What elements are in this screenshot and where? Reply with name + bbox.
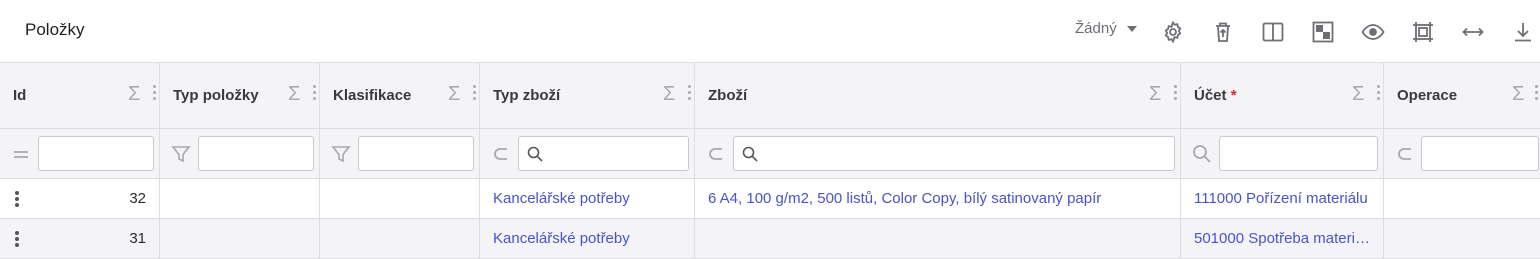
filter-cell-operace [1384,129,1540,179]
table-row[interactable]: 31 Kancelářské potřeby 501000 Spotřeba m… [0,219,1540,259]
filter-cell-zbozi [695,129,1181,179]
frame-button[interactable] [1409,18,1437,46]
cell-typ-zbozi-link[interactable]: Kancelářské potřeby [480,219,695,259]
filter-cell-id [0,129,160,179]
column-menu-icon[interactable] [1535,85,1539,103]
toolbar: Žádný [1060,0,1540,63]
filter-cell-klasifikace [320,129,480,179]
column-label: Typ položky [173,87,259,104]
subset-icon[interactable] [490,143,512,165]
required-marker: * [1230,87,1237,104]
columns-button[interactable] [1259,18,1287,46]
settings-icon [1164,20,1182,44]
filter-icon[interactable] [330,143,352,165]
column-header-typ-polozky[interactable]: Typ položky Σ [160,63,320,129]
cell-id: 32 [0,179,160,219]
search-icon [527,146,543,162]
equals-icon[interactable] [10,143,32,165]
search-icon[interactable] [1191,143,1213,165]
sum-icon[interactable]: Σ [1352,83,1364,106]
row-menu-icon[interactable] [15,191,21,207]
pattern-button[interactable] [1309,18,1337,46]
frame-icon [1413,22,1433,42]
pattern-icon [1312,21,1334,43]
column-label: Účet * [1194,87,1237,104]
sum-icon[interactable]: Σ [663,83,675,106]
filter-input-ucet[interactable] [1219,136,1378,171]
subset-icon[interactable] [705,143,727,165]
cell-typ-polozky [160,179,320,219]
column-header-operace[interactable]: Operace Σ [1384,63,1540,129]
column-menu-icon[interactable] [688,85,692,103]
sum-icon[interactable]: Σ [448,83,460,106]
delete-icon [1216,22,1230,42]
table-row[interactable]: 32 Kancelářské potřeby 6 A4, 100 g/m2, 5… [0,179,1540,219]
filter-input-zbozi[interactable] [733,136,1175,171]
filter-input-typ-zbozi[interactable] [518,136,689,171]
column-menu-icon[interactable] [1174,85,1178,103]
sum-icon[interactable]: Σ [288,83,300,106]
cell-ucet-link[interactable]: 111000 Pořízení materiálu [1181,179,1384,219]
column-menu-icon[interactable] [153,85,157,103]
filter-input-id[interactable] [38,136,154,171]
cell-zbozi-link[interactable] [695,219,1181,259]
column-header-ucet[interactable]: Účet * Σ [1181,63,1384,129]
delete-button[interactable] [1209,18,1237,46]
cell-operace [1384,219,1540,259]
download-button[interactable] [1509,18,1537,46]
sum-icon[interactable]: Σ [1149,83,1161,106]
column-header-klasifikace[interactable]: Klasifikace Σ [320,63,480,129]
column-header-zbozi[interactable]: Zboží Σ [695,63,1181,129]
eye-icon [1361,24,1385,40]
filter-cell-typ-zbozi [480,129,695,179]
visibility-button[interactable] [1359,18,1387,46]
expand-horizontal-button[interactable] [1459,18,1487,46]
columns-icon [1262,22,1284,42]
column-label: Klasifikace [333,87,412,104]
column-header-typ-zbozi[interactable]: Typ zboží Σ [480,63,695,129]
row-menu-icon[interactable] [15,231,21,247]
column-menu-icon[interactable] [1377,85,1381,103]
filter-input-klasifikace[interactable] [358,136,474,171]
cell-typ-zbozi-link[interactable]: Kancelářské potřeby [480,179,695,219]
cell-typ-polozky [160,219,320,259]
subset-icon[interactable] [1394,143,1416,165]
column-menu-icon[interactable] [313,85,317,103]
panel-header: Položky Žádný [0,0,1540,63]
cell-klasifikace [320,219,480,259]
column-label: Operace [1397,87,1458,104]
filter-cell-typ-polozky [160,129,320,179]
filter-icon[interactable] [170,143,192,165]
view-select[interactable]: Žádný [1075,20,1137,37]
search-icon [742,146,758,162]
panel-title: Položky [25,20,85,39]
download-icon [1515,23,1531,42]
cell-zbozi-link[interactable]: 6 A4, 100 g/m2, 500 listů, Color Copy, b… [695,179,1181,219]
filter-cell-ucet [1181,129,1384,179]
cell-klasifikace [320,179,480,219]
cell-ucet-link[interactable]: 501000 Spotřeba materiálu [1181,219,1384,259]
sum-icon[interactable]: Σ [1512,83,1524,106]
column-menu-icon[interactable] [473,85,477,103]
column-label: Typ zboží [493,87,561,104]
column-header-id[interactable]: Id Σ [0,63,160,129]
column-label: Zboží [708,87,748,104]
column-label: Id [13,87,27,104]
items-grid: Id Σ Typ položky Σ Klasifikace Σ Typ zbo… [0,63,1540,259]
filter-input-operace[interactable] [1421,136,1539,171]
settings-button[interactable] [1159,18,1187,46]
view-select-value: Žádný [1075,20,1117,37]
chevron-down-icon [1126,25,1137,32]
sum-icon[interactable]: Σ [128,83,140,106]
cell-id: 31 [0,219,160,259]
expand-horizontal-icon [1462,27,1484,37]
filter-input-typ-polozky[interactable] [198,136,314,171]
cell-operace [1384,179,1540,219]
